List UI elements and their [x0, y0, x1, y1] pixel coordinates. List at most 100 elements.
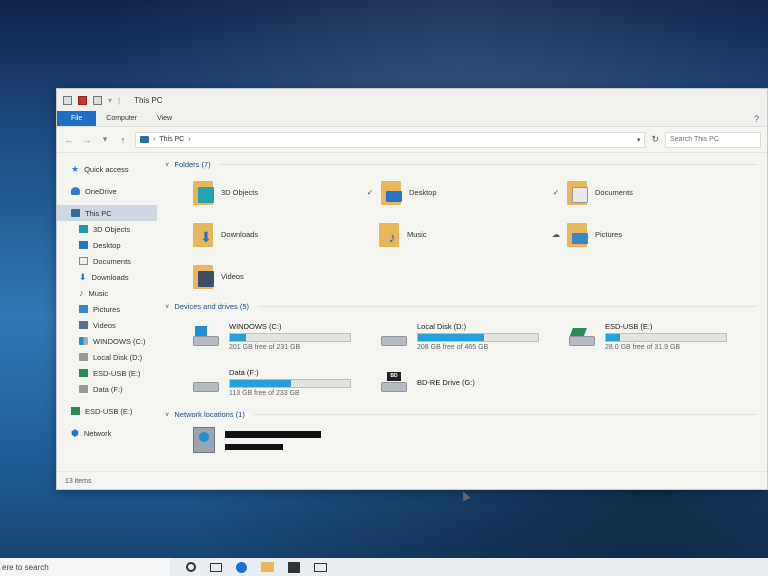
drive-usage-bar	[417, 332, 539, 342]
sidebar-item-label: 3D Objects	[93, 224, 131, 234]
section-title: Network locations (1)	[174, 409, 245, 419]
sidebar-item-label: Documents	[93, 256, 131, 266]
drive-name: WINDOWS (C:)	[229, 321, 282, 331]
drive-bd-re-g[interactable]: BD BD-RE Drive (G:)	[381, 363, 569, 401]
sidebar-item-label: Quick access	[84, 164, 129, 174]
section-title: Devices and drives (5)	[174, 301, 250, 311]
sidebar-item-desktop[interactable]: Desktop	[57, 237, 157, 253]
taskbar-search-box[interactable]: ere to search	[0, 558, 170, 576]
drive-esd-usb-e[interactable]: ESD-USB (E:) 28.0 GB free of 31.9 GB	[569, 317, 757, 355]
drives-grid: WINDOWS (C:) 201 GB free of 231 GB Local…	[193, 317, 757, 401]
store-icon[interactable]	[288, 561, 300, 573]
title-separator: |	[118, 95, 121, 105]
drive-usage-fill	[230, 379, 292, 387]
chevron-down-icon[interactable]: ∨	[165, 161, 169, 168]
videos-icon	[79, 321, 88, 329]
drive-free-space: 201 GB free of 231 GB	[229, 343, 301, 351]
folder-music[interactable]: ♪ Music	[379, 217, 565, 251]
network-drive-icon	[193, 427, 215, 453]
bluray-drive-icon: BD	[381, 372, 407, 392]
drive-icon	[79, 353, 88, 361]
section-divider	[258, 305, 757, 307]
drive-usage-fill	[418, 333, 484, 341]
sidebar-item-label: Network	[83, 428, 112, 438]
sidebar-item-label: Local Disk (D:)	[93, 352, 143, 362]
breadcrumb-this-pc[interactable]: This PC	[159, 136, 184, 143]
sidebar-item-esd-usb-e-root[interactable]: ESD-USB (E:)	[57, 403, 157, 419]
sidebar-item-this-pc[interactable]: This PC	[57, 205, 157, 221]
drive-data-f[interactable]: Data (F:) 113 GB free of 233 GB	[193, 363, 381, 401]
edge-browser-icon[interactable]	[236, 561, 247, 573]
folder-videos[interactable]: Videos	[193, 259, 379, 293]
up-arrow-icon[interactable]: ↑	[117, 135, 129, 145]
sidebar-item-windows-c[interactable]: WINDOWS (C:)	[57, 333, 157, 349]
folder-desktop[interactable]: ✓ Desktop	[367, 175, 565, 209]
sidebar-item-downloads[interactable]: ⬇ Downloads	[57, 269, 157, 285]
usb-drive-icon	[71, 407, 80, 415]
refresh-icon[interactable]: ↻	[651, 134, 659, 145]
cloud-icon	[71, 187, 80, 195]
mail-icon[interactable]	[314, 562, 327, 572]
back-arrow-icon[interactable]: ←	[63, 135, 75, 145]
tab-computer[interactable]: Computer	[96, 111, 147, 126]
cortana-icon[interactable]	[186, 562, 196, 572]
sidebar-item-label: Music	[88, 288, 109, 298]
sidebar-item-network[interactable]: ⬢ Network	[57, 425, 157, 441]
cloud-status-icon: ☁	[552, 229, 560, 239]
address-toolbar: ← → ▾ ↑ › This PC › ▾ ↻	[57, 127, 767, 153]
chevron-down-icon[interactable]: ∨	[165, 411, 169, 418]
sidebar-item-onedrive[interactable]: OneDrive	[57, 183, 157, 199]
chevron-down-icon[interactable]: ∨	[165, 303, 169, 310]
forward-arrow-icon[interactable]: →	[81, 135, 93, 145]
folder-label: Downloads	[221, 229, 259, 239]
drive-icon	[79, 385, 88, 393]
checkmark-icon[interactable]	[78, 95, 87, 105]
drive-usage-bar	[229, 332, 351, 342]
search-box[interactable]	[665, 131, 761, 148]
file-explorer-icon[interactable]	[261, 562, 274, 572]
sidebar-item-videos[interactable]: Videos	[57, 317, 157, 333]
network-section-header[interactable]: ∨ Network locations (1)	[165, 407, 757, 421]
sidebar-item-label: OneDrive	[85, 186, 117, 196]
folder-label: 3D Objects	[221, 187, 259, 197]
help-icon[interactable]: ?	[746, 111, 767, 126]
tab-view[interactable]: View	[147, 111, 182, 126]
ribbon-tabs: File Computer View ?	[57, 111, 767, 127]
tab-file[interactable]: File	[57, 111, 97, 126]
folder-pictures[interactable]: ☁ Pictures	[552, 217, 751, 251]
address-bar[interactable]: › This PC › ▾	[135, 131, 646, 148]
drive-windows-c[interactable]: WINDOWS (C:) 201 GB free of 231 GB	[193, 317, 381, 355]
drive-local-disk-d[interactable]: Local Disk (D:) 208 GB free of 465 GB	[381, 317, 569, 355]
sidebar-item-pictures[interactable]: Pictures	[57, 301, 157, 317]
windows-drive-icon	[193, 326, 219, 346]
properties-icon[interactable]	[63, 95, 72, 105]
folder-documents[interactable]: ✓ Documents	[553, 175, 751, 209]
desktop-folder-icon	[381, 179, 403, 205]
section-title: Folders (7)	[174, 159, 211, 169]
folders-section-header[interactable]: ∨ Folders (7)	[165, 157, 757, 171]
new-folder-icon[interactable]	[93, 95, 102, 105]
sidebar-item-local-disk-d[interactable]: Local Disk (D:)	[57, 349, 157, 365]
network-icon: ⬢	[71, 427, 79, 438]
sidebar-item-data-f[interactable]: Data (F:)	[57, 381, 157, 397]
music-folder-icon: ♪	[379, 221, 401, 247]
breadcrumb-chevron-icon[interactable]: ›	[153, 136, 155, 143]
address-dropdown-icon[interactable]: ▾	[637, 136, 641, 144]
quick-access-dropdown-icon[interactable]: ▾	[108, 96, 112, 105]
search-input[interactable]	[670, 136, 756, 143]
folder-label: Documents	[595, 187, 633, 197]
recent-locations-icon[interactable]: ▾	[99, 134, 111, 145]
sidebar-item-music[interactable]: ♪ Music	[57, 285, 157, 301]
network-location-item[interactable]	[193, 427, 757, 453]
sidebar-item-esd-usb-e[interactable]: ESD-USB (E:)	[57, 365, 157, 381]
task-view-icon[interactable]	[210, 562, 222, 572]
drives-section-header[interactable]: ∨ Devices and drives (5)	[165, 299, 757, 313]
sidebar-item-quick-access[interactable]: ★ Quick access	[57, 161, 157, 177]
folder-downloads[interactable]: ⬇ Downloads	[193, 217, 379, 251]
drive-free-space: 28.0 GB free of 31.9 GB	[605, 343, 681, 351]
folder-3d-objects[interactable]: 3D Objects	[193, 175, 379, 209]
folder-label: Pictures	[595, 229, 623, 239]
sidebar-item-3d-objects[interactable]: 3D Objects	[57, 221, 157, 237]
sidebar-item-documents[interactable]: Documents	[57, 253, 157, 269]
breadcrumb-chevron-icon[interactable]: ›	[188, 136, 190, 143]
